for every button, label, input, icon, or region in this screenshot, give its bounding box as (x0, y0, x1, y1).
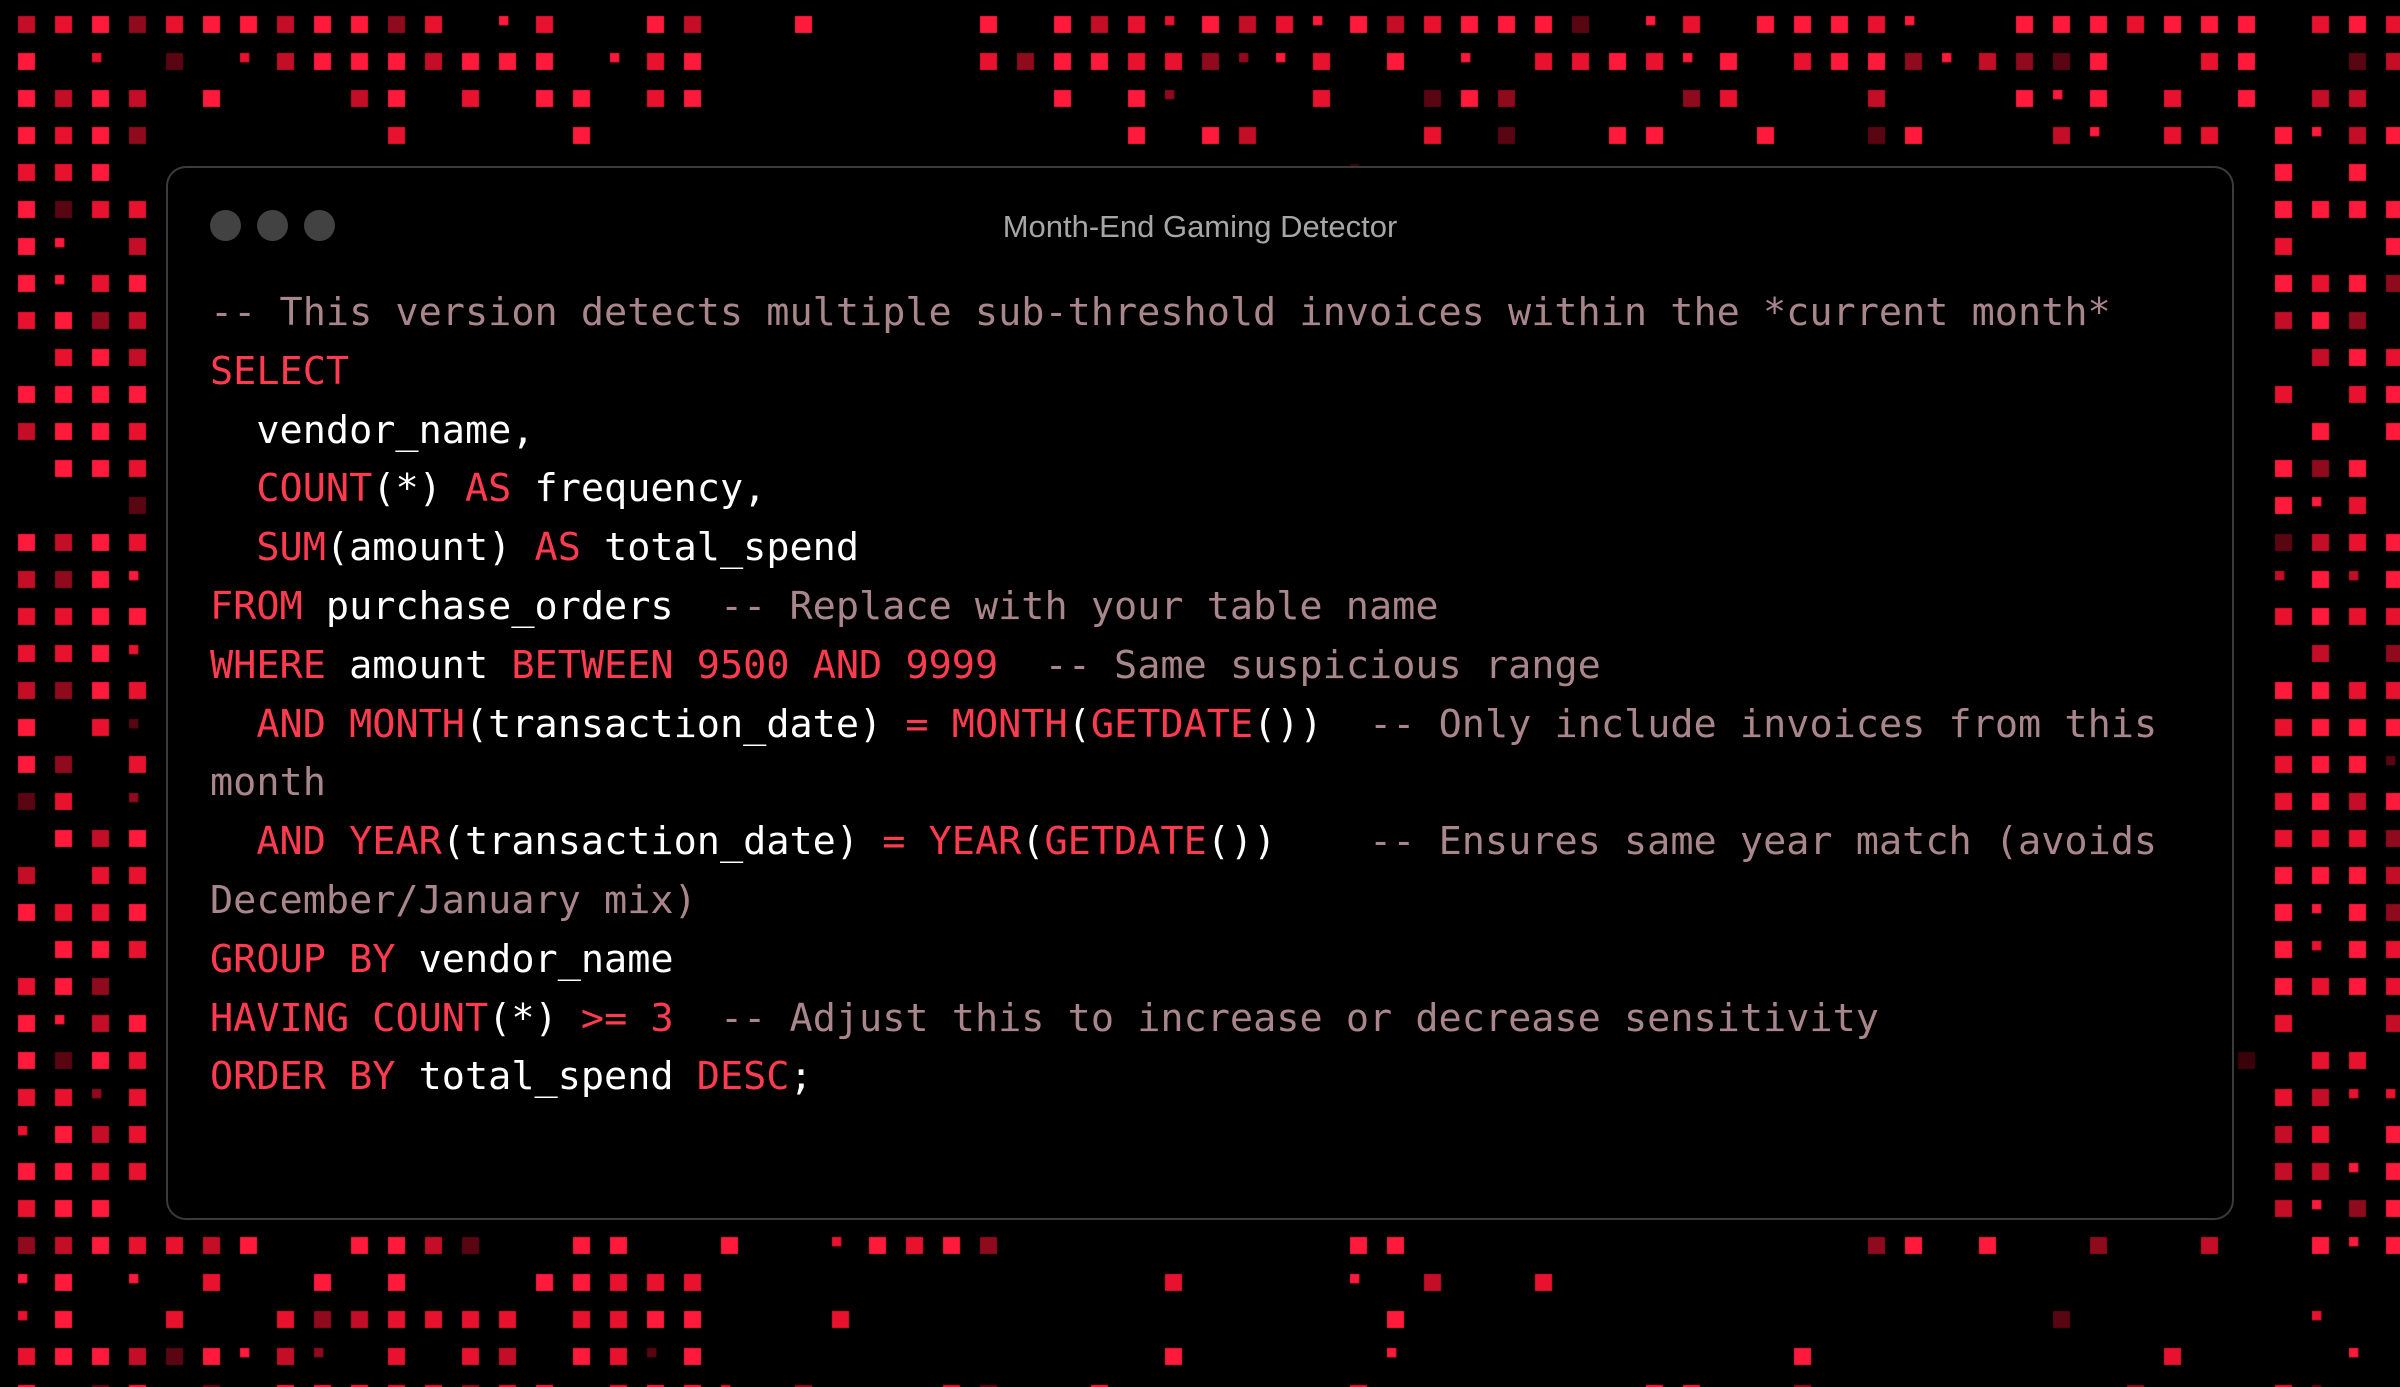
code-keyword: AND (256, 819, 326, 865)
code-keyword: SUM (256, 525, 326, 571)
code-keyword: MONTH (349, 701, 465, 747)
code-keyword: AND (256, 701, 326, 747)
code-text: ( (1067, 701, 1091, 747)
code-keyword: SELECT (210, 348, 350, 394)
code-line: AND YEAR(transaction_date) = YEAR(GETDAT… (210, 813, 2196, 931)
code-line: -- This version detects multiple sub-thr… (210, 284, 2196, 343)
code-line: ORDER BY total_spend DESC; (210, 1048, 2196, 1107)
code-text: (transaction_date) (441, 819, 883, 865)
code-comment: -- Adjust this to increase or decrease s… (719, 995, 1879, 1041)
code-keyword: >= (580, 995, 628, 1041)
code-keyword: AND (812, 642, 883, 688)
code-keyword: GROUP BY (210, 936, 396, 982)
code-line: vendor_name, (210, 402, 2196, 461)
code-line: AND MONTH(transaction_date) = MONTH(GETD… (210, 696, 2196, 814)
code-text: amount (325, 642, 512, 688)
code-line: SELECT (210, 343, 2196, 402)
code-keyword: WHERE (210, 642, 326, 688)
code-text: (transaction_date) (465, 701, 906, 747)
code-keyword: HAVING (210, 995, 350, 1041)
code-keyword: YEAR (349, 819, 442, 865)
code-keyword: = (905, 701, 929, 747)
code-keyword: MONTH (951, 701, 1068, 747)
code-window: Month-End Gaming Detector -- This versio… (166, 166, 2234, 1220)
code-line: GROUP BY vendor_name (210, 931, 2196, 990)
code-keyword: YEAR (928, 819, 1022, 865)
code-text: vendor_name, (210, 407, 535, 453)
code-keyword: COUNT (372, 995, 489, 1041)
code-line: SUM(amount) AS total_spend (210, 519, 2196, 578)
code-comment: -- This version detects multiple sub-thr… (210, 290, 2111, 335)
sql-code-block[interactable]: -- This version detects multiple sub-thr… (210, 284, 2196, 1107)
code-text: ( (1021, 819, 1045, 865)
window-title: Month-End Gaming Detector (1002, 209, 1398, 244)
code-text: ; (789, 1054, 813, 1100)
code-line: WHERE amount BETWEEN 9500 AND 9999 -- Sa… (210, 637, 2196, 696)
code-line: HAVING COUNT(*) >= 3 -- Adjust this to i… (210, 990, 2196, 1049)
code-line: COUNT(*) AS frequency, (210, 460, 2196, 519)
code-text: vendor_name (395, 936, 674, 982)
code-keyword: AS (534, 525, 581, 571)
code-keyword: 3 (650, 995, 674, 1041)
code-text: (*) (372, 466, 465, 512)
code-text: (amount) (325, 525, 535, 571)
code-keyword: = (882, 819, 906, 865)
code-keyword: FROM (210, 583, 303, 629)
code-text: purchase_orders (302, 583, 720, 629)
code-keyword: 9500 (696, 642, 790, 688)
code-keyword: COUNT (256, 466, 373, 512)
code-keyword: ORDER BY (210, 1054, 396, 1100)
code-text: ()) (1253, 701, 1370, 747)
code-keyword: DESC (696, 1054, 790, 1100)
code-text: frequency, (511, 466, 767, 512)
code-text: (*) (488, 995, 581, 1041)
code-comment: -- Same suspicious range (1044, 642, 1601, 688)
code-line: FROM purchase_orders -- Replace with you… (210, 578, 2196, 637)
code-comment: -- Replace with your table name (719, 583, 1439, 629)
code-keyword: 9999 (905, 642, 999, 688)
code-keyword: GETDATE (1044, 819, 1207, 865)
code-text: total_spend (395, 1054, 697, 1100)
code-keyword: GETDATE (1090, 701, 1254, 747)
code-text: ()) (1206, 819, 1370, 865)
code-text: total_spend (580, 525, 860, 571)
code-keyword: AS (464, 466, 512, 512)
code-keyword: BETWEEN (511, 642, 674, 688)
